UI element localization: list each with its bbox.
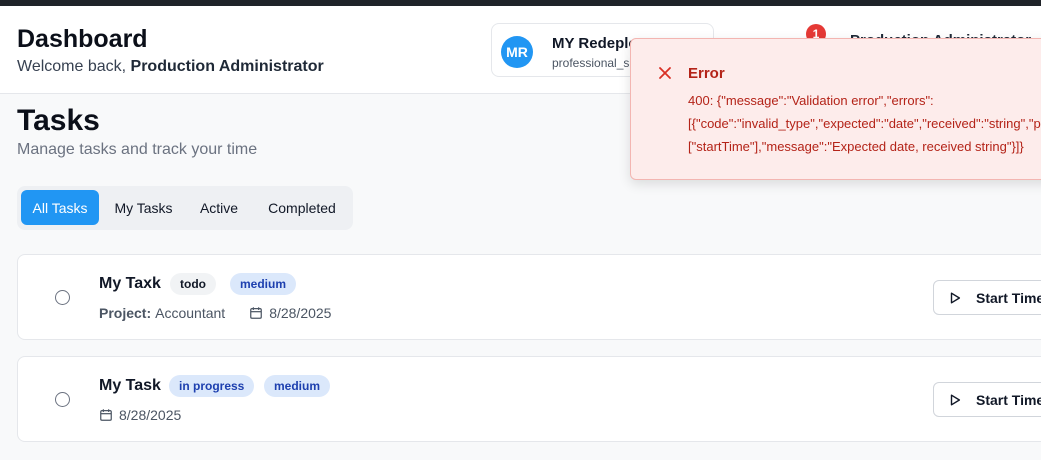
tab-my-tasks[interactable]: My Tasks — [105, 190, 182, 225]
task-date-text: 8/28/2025 — [119, 407, 182, 423]
task-meta: Project: Accountant 8/28/2025 — [99, 305, 331, 321]
tab-all-tasks[interactable]: All Tasks — [21, 190, 99, 225]
welcome-prefix: Welcome back, — [17, 58, 127, 75]
priority-badge: medium — [230, 273, 297, 295]
start-timer-label: Start Timer — [976, 391, 1041, 408]
start-timer-button[interactable]: Start Timer — [933, 280, 1041, 315]
task-due-date: 8/28/2025 — [249, 305, 331, 321]
toast-message: 400: {"message":"Validation error","erro… — [688, 93, 1041, 154]
page-subtitle: Manage tasks and track your time — [17, 141, 258, 158]
task-project: Accountant — [155, 305, 226, 321]
task-card: My Task in progress medium 8/28/2025 Sta… — [17, 356, 1041, 442]
tab-active[interactable]: Active — [189, 190, 249, 225]
play-icon — [950, 393, 961, 406]
play-icon — [950, 291, 961, 304]
start-timer-label: Start Timer — [976, 289, 1041, 306]
task-card: My Taxk todo medium Project: Accountant … — [17, 254, 1041, 340]
status-badge: todo — [170, 273, 216, 295]
project-subtitle: professional_s — [552, 56, 630, 70]
task-meta: 8/28/2025 — [99, 407, 181, 423]
task-title[interactable]: My Task — [99, 377, 161, 395]
task-complete-radio[interactable] — [55, 290, 70, 305]
welcome-message: Welcome back, Production Administrator — [17, 58, 324, 76]
task-due-date: 8/28/2025 — [99, 407, 181, 423]
calendar-icon — [250, 307, 263, 319]
welcome-user-name: Production Administrator — [130, 58, 324, 75]
error-toast: Error 400: {"message":"Validation error"… — [630, 38, 1041, 180]
page-title: Tasks — [17, 104, 100, 137]
priority-badge: medium — [264, 375, 331, 397]
tab-completed[interactable]: Completed — [257, 190, 347, 225]
status-badge: in progress — [169, 375, 255, 397]
close-icon[interactable] — [658, 66, 672, 80]
task-complete-radio[interactable] — [55, 392, 70, 407]
project-label: Project: — [99, 305, 152, 321]
header-title: Dashboard — [17, 25, 148, 53]
task-date-text: 8/28/2025 — [269, 305, 332, 321]
project-avatar: MR — [501, 36, 533, 68]
start-timer-button[interactable]: Start Timer — [933, 382, 1041, 417]
calendar-icon — [100, 409, 112, 421]
toast-title: Error — [688, 65, 725, 82]
task-filter-tabs: All Tasks My Tasks Active Completed — [17, 186, 353, 230]
task-title[interactable]: My Taxk — [99, 275, 161, 293]
